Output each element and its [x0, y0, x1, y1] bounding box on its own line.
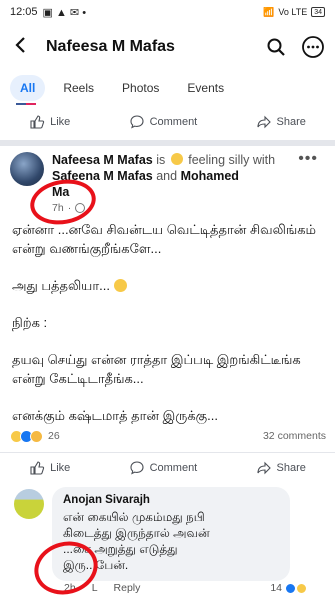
sad-reaction-icon — [30, 429, 43, 443]
post-paragraph: ஏன்னா ...னவே சிவன்டய வெட்டித்தான் சிவலிங… — [12, 222, 317, 256]
comment-label: Comment — [149, 461, 198, 474]
page-title: Nafeesa M Mafas — [46, 38, 175, 55]
comment-button[interactable]: Comment — [129, 460, 198, 476]
comment-reactions[interactable]: 14 — [270, 582, 307, 594]
reaction-icons — [10, 429, 43, 443]
silly-emoji-icon — [170, 153, 183, 165]
tab-reels[interactable]: Reels — [53, 75, 104, 101]
post-paragraph: நிற்க : — [12, 315, 48, 330]
share-button[interactable]: Share — [256, 114, 306, 130]
tab-all[interactable]: All — [10, 75, 46, 101]
search-icon[interactable] — [265, 36, 287, 58]
laughing-emoji-icon — [113, 279, 127, 292]
post-author[interactable]: Nafeesa M Mafas — [52, 153, 153, 167]
post-divider — [0, 140, 335, 146]
post-options-icon[interactable]: ••• — [298, 150, 318, 168]
signal-label: Vo LTE — [278, 7, 308, 17]
share-label: Share — [276, 461, 306, 474]
thumbs-up-icon — [30, 460, 45, 475]
tab-events[interactable]: Events — [177, 75, 234, 101]
thumbs-up-icon — [30, 115, 45, 129]
like-button[interactable]: Like — [29, 460, 70, 476]
comment-icon — [130, 460, 144, 475]
comment-footer: 2h L Reply 14 — [64, 582, 307, 594]
like-reaction-icon — [285, 582, 296, 594]
comment-button[interactable]: Comment — [129, 114, 198, 130]
status-time: 12:05 — [10, 6, 38, 18]
more-options-icon[interactable] — [301, 35, 325, 59]
share-icon — [256, 115, 271, 129]
comment-author[interactable]: Anojan Sivarajh — [63, 494, 279, 506]
like-button[interactable]: Like — [29, 114, 70, 130]
commenter-avatar[interactable] — [14, 489, 44, 519]
notification-icons: ▣ ▲ ✉ • — [42, 6, 87, 19]
reaction-count: 26 — [48, 430, 60, 442]
app-header: Nafeesa M Mafas — [0, 24, 335, 70]
post-actions: Like Comment Share — [0, 452, 335, 482]
share-icon — [256, 461, 271, 474]
like-label: Like — [50, 461, 71, 474]
haha-reaction-icon — [296, 582, 307, 594]
author-avatar[interactable] — [10, 152, 44, 186]
comment-label: Comment — [149, 116, 198, 128]
status-bar: 12:05 ▣ ▲ ✉ • 📶 Vo LTE 34 — [0, 0, 335, 24]
share-button[interactable]: Share — [256, 460, 306, 476]
comment-like-button[interactable]: L — [92, 582, 98, 594]
back-arrow-icon[interactable] — [10, 34, 32, 60]
feeling-text: feeling silly — [188, 153, 250, 167]
battery-icon: 34 — [311, 7, 325, 17]
tab-photos[interactable]: Photos — [112, 75, 169, 101]
tab-indicator — [16, 103, 36, 105]
share-label: Share — [276, 116, 306, 128]
like-label: Like — [50, 116, 71, 128]
comment-icon — [130, 115, 144, 129]
post-paragraph: தயவு செய்து என்ன ராத்தா இப்படி இறங்கிட்ட… — [12, 352, 301, 386]
reaction-summary[interactable]: 26 32 comments — [10, 428, 326, 444]
prev-post-actions: Like Comment Share — [0, 107, 335, 137]
post-paragraph: எனக்கும் கஷ்டமாத் தான் இருக்கு... — [12, 408, 218, 423]
tagged-user-2[interactable]: Mohamed — [181, 169, 239, 183]
signal-icon: 📶 — [263, 6, 275, 17]
post-paragraph: அது பத்தலியா... — [12, 276, 322, 295]
post-body: ஏன்னா ...னவே சிவன்டய வெட்டித்தான் சிவலிங… — [12, 220, 322, 443]
comment-reply-button[interactable]: Reply — [114, 582, 141, 594]
filter-tabs: All Reels Photos Events — [0, 70, 335, 106]
comment-count[interactable]: 32 comments — [263, 430, 326, 442]
